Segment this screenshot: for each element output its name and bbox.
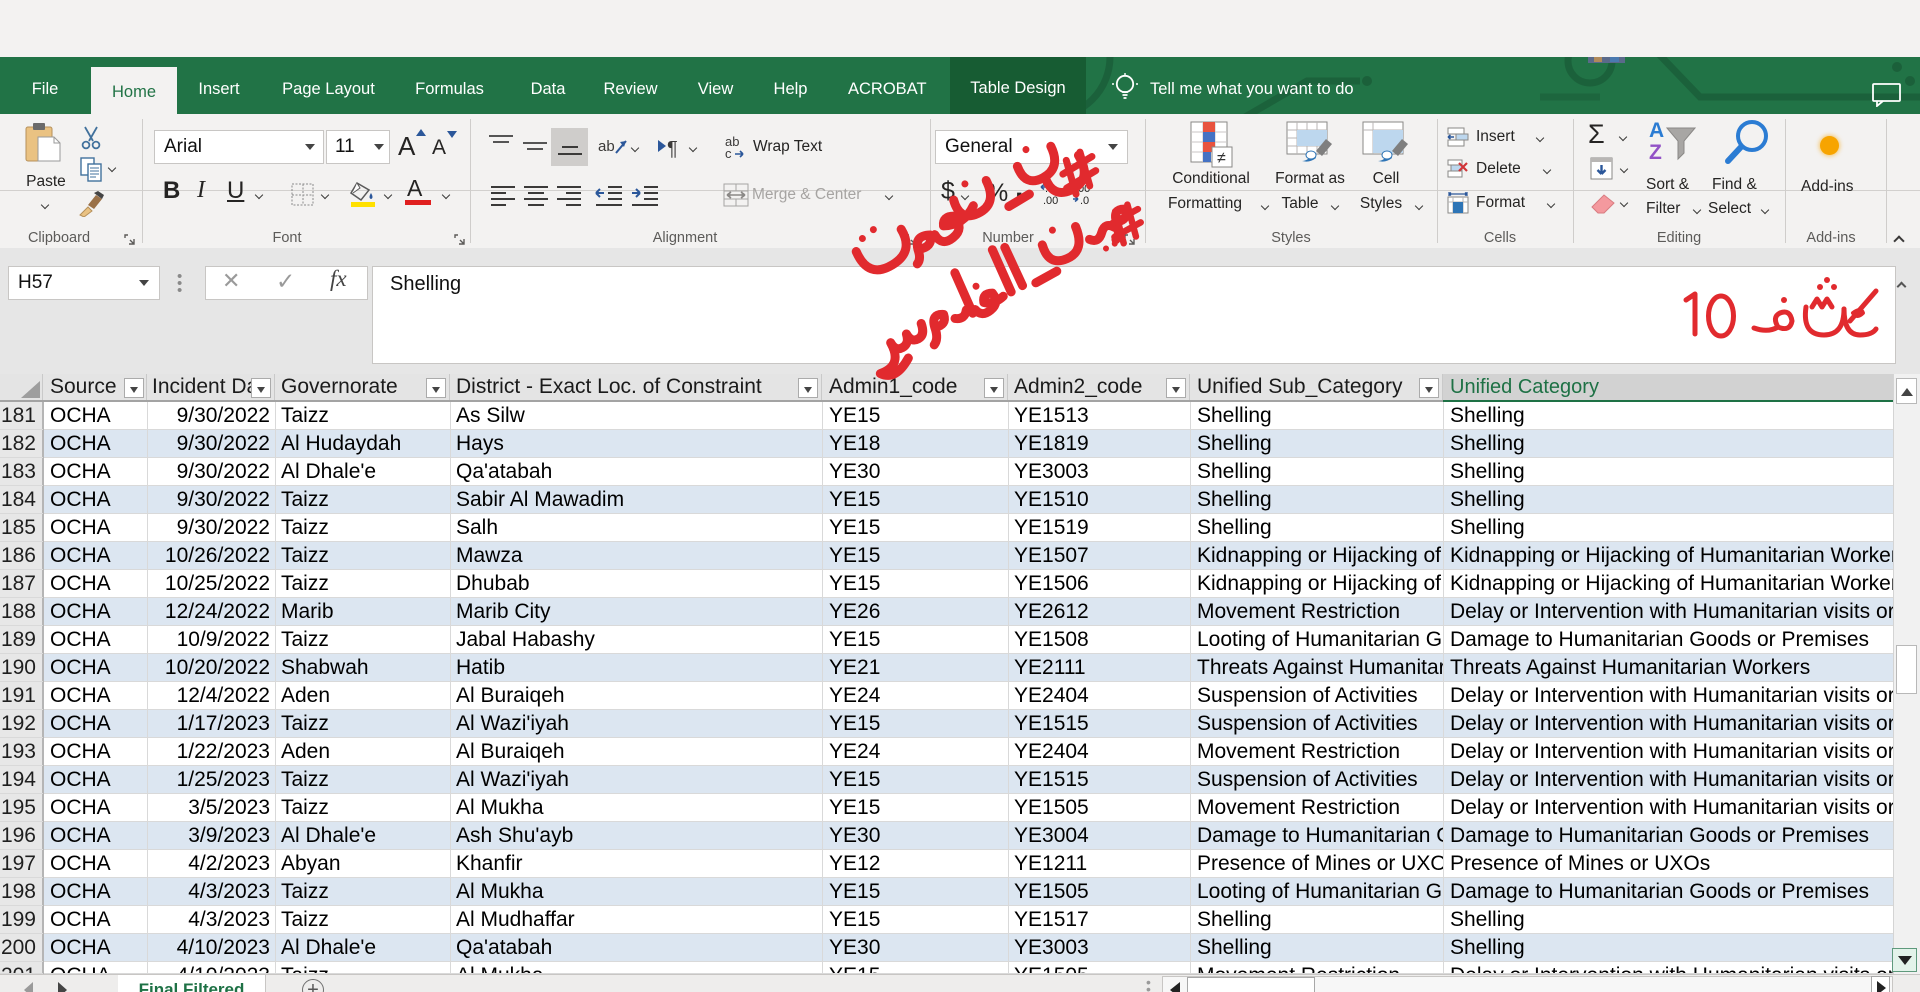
- svg-text:.0: .0: [1080, 195, 1089, 207]
- svg-text:.00: .00: [1043, 195, 1058, 207]
- svg-text:≠: ≠: [1217, 150, 1226, 167]
- svg-text:ab: ab: [598, 138, 615, 155]
- svg-text:¶: ¶: [667, 138, 678, 160]
- svg-text:.00: .00: [1075, 183, 1090, 195]
- svg-text:c: c: [725, 146, 732, 160]
- svg-text:.0: .0: [1045, 183, 1054, 195]
